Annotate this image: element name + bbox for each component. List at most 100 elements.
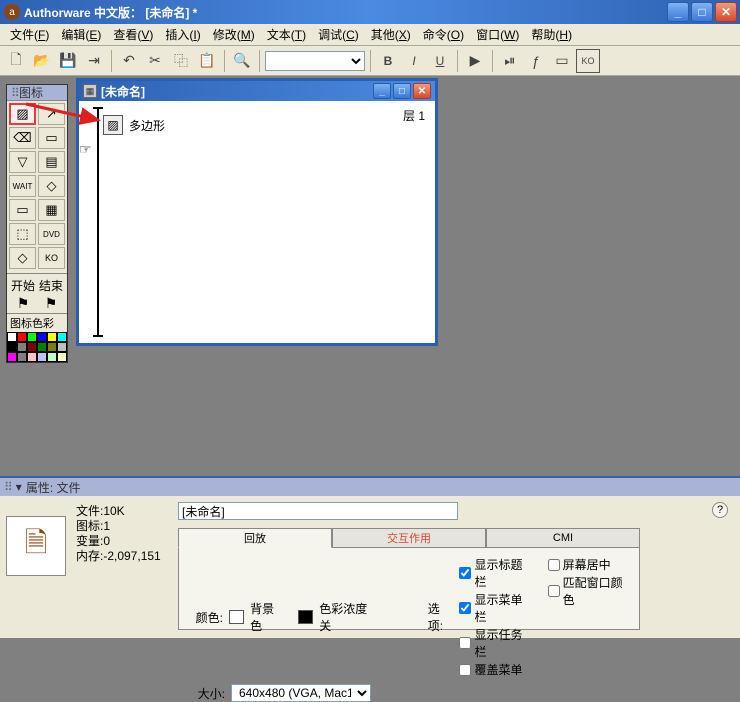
decision-icon-tool[interactable]: WAIT [9, 175, 36, 197]
color-swatch[interactable] [47, 352, 57, 362]
display-icon-instance[interactable]: ▨ [103, 115, 123, 135]
import-button[interactable]: ⇥ [82, 49, 106, 73]
flowline-window-controls: _ □ ✕ [373, 83, 431, 99]
tab-1[interactable]: 交互作用 [332, 528, 486, 548]
variables-button[interactable]: ▭ [550, 49, 574, 73]
checkbox-option[interactable]: 显示菜单栏 [459, 591, 529, 625]
functions-button[interactable]: ƒ [524, 49, 548, 73]
filename-input[interactable] [178, 502, 458, 520]
color-swatch[interactable] [37, 352, 47, 362]
find-button[interactable]: 🔍 [230, 49, 254, 73]
tab-panel-playback: 颜色: 背景色 色彩浓度关 选项: 显示标题栏显示菜单栏显示任务栏覆盖菜单屏幕居… [178, 548, 640, 630]
depth-color-swatch[interactable] [298, 610, 313, 624]
calculation-icon-tool[interactable]: ▭ [9, 199, 36, 221]
color-swatch[interactable] [27, 352, 37, 362]
bg-color-swatch[interactable] [229, 610, 244, 624]
knowledge-object-tool[interactable]: KO [38, 247, 65, 269]
underline-button[interactable]: U [428, 49, 452, 73]
bold-button[interactable]: B [376, 49, 400, 73]
new-button[interactable]: 🗋 [4, 49, 28, 73]
flowline-minimize-button[interactable]: _ [373, 83, 391, 99]
menu-m[interactable]: 修改(M) [207, 24, 261, 45]
color-swatch[interactable] [7, 342, 17, 352]
menu-t[interactable]: 文本(T) [261, 24, 312, 45]
run-button[interactable]: ▶ [463, 49, 487, 73]
color-swatch[interactable] [47, 342, 57, 352]
checkbox-option[interactable]: 屏幕居中 [548, 556, 629, 573]
menu-o[interactable]: 命令(O) [417, 24, 470, 45]
tab-2[interactable]: CMI [486, 528, 640, 548]
color-swatch[interactable] [7, 332, 17, 342]
menu-e[interactable]: 编辑(E) [55, 24, 107, 45]
erase-icon-tool[interactable]: ⌫ [9, 127, 36, 149]
open-button[interactable]: 📂 [30, 49, 54, 73]
paste-button[interactable]: 📋 [195, 49, 219, 73]
checkbox[interactable] [459, 602, 471, 614]
color-swatch[interactable] [7, 352, 17, 362]
checkbox[interactable] [548, 559, 560, 571]
palette-title[interactable]: ⠿ 图标 [7, 85, 67, 101]
collapse-arrow-icon[interactable]: ▾ [16, 480, 22, 494]
color-swatch[interactable] [17, 352, 27, 362]
start-flag[interactable]: 开始 ⚑ [11, 277, 35, 312]
color-swatch[interactable] [57, 332, 67, 342]
wait-icon-tool[interactable]: ▭ [38, 127, 65, 149]
flowline-titlebar[interactable]: ▦ [未命名] _ □ ✕ [79, 81, 435, 101]
italic-button[interactable]: I [402, 49, 426, 73]
digital-movie-tool[interactable]: ⬚ [9, 223, 36, 245]
flowline-close-button[interactable]: ✕ [413, 83, 431, 99]
navigate-icon-tool[interactable]: ▽ [9, 151, 36, 173]
menu-h[interactable]: 帮助(H) [525, 24, 578, 45]
checkbox-option[interactable]: 显示标题栏 [459, 556, 529, 590]
menu-c[interactable]: 调试(C) [312, 24, 365, 45]
cut-button[interactable]: ✂ [143, 49, 167, 73]
color-swatch[interactable] [17, 332, 27, 342]
maximize-button[interactable]: □ [691, 2, 713, 22]
display-icon-tool[interactable]: ▨ [9, 103, 36, 125]
interaction-icon-tool[interactable]: ◇ [38, 175, 65, 197]
framework-icon-tool[interactable]: ▤ [38, 151, 65, 173]
checkbox-option[interactable]: 覆盖菜单 [459, 661, 529, 678]
font-select[interactable] [265, 51, 365, 71]
color-swatch[interactable] [37, 332, 47, 342]
map-icon-tool[interactable]: ▦ [38, 199, 65, 221]
size-select[interactable]: 640x480 (VGA, Mac13") [231, 684, 371, 702]
icon-label[interactable]: 多边形 [129, 117, 165, 134]
motion-icon-tool[interactable]: ↗ [38, 103, 65, 125]
menu-x[interactable]: 其他(X) [365, 24, 417, 45]
sound-icon-tool[interactable]: DVD [38, 223, 65, 245]
checkbox[interactable] [548, 585, 560, 597]
checkbox[interactable] [459, 637, 471, 649]
color-swatch[interactable] [17, 342, 27, 352]
checkbox[interactable] [459, 664, 471, 676]
save-all-button[interactable]: 💾 [56, 49, 80, 73]
color-swatch[interactable] [27, 332, 37, 342]
color-swatch[interactable] [57, 342, 67, 352]
minimize-button[interactable]: _ [667, 2, 689, 22]
color-swatch[interactable] [37, 342, 47, 352]
checkbox-option[interactable]: 匹配窗口颜色 [548, 574, 629, 608]
undo-button[interactable]: ↶ [117, 49, 141, 73]
flowline-maximize-button[interactable]: □ [393, 83, 411, 99]
knowledge-button[interactable]: KO [576, 49, 600, 73]
video-icon-tool[interactable]: ◇ [9, 247, 36, 269]
color-swatch[interactable] [47, 332, 57, 342]
flowline-canvas[interactable]: ☞ ▨ 多边形 层 1 [79, 101, 435, 343]
properties-titlebar[interactable]: ⠿ ▾ 属性: 文件 [0, 478, 740, 496]
tab-0[interactable]: 回放 [178, 528, 332, 548]
menu-i[interactable]: 插入(I) [159, 24, 206, 45]
close-button[interactable]: ✕ [715, 2, 737, 22]
paste-hand-icon[interactable]: ☞ [79, 141, 92, 158]
checkbox[interactable] [459, 567, 471, 579]
end-flag[interactable]: 结束 ⚑ [39, 277, 63, 312]
color-swatches [7, 332, 67, 362]
menu-w[interactable]: 窗口(W) [470, 24, 525, 45]
color-swatch[interactable] [57, 352, 67, 362]
checkbox-option[interactable]: 显示任务栏 [459, 626, 529, 660]
menu-f[interactable]: 文件(F) [4, 24, 55, 45]
menu-v[interactable]: 查看(V) [107, 24, 159, 45]
control-panel-button[interactable]: ⏯ [498, 49, 522, 73]
color-swatch[interactable] [27, 342, 37, 352]
help-button[interactable]: ? [712, 502, 728, 518]
copy-button[interactable]: ⿻ [169, 49, 193, 73]
